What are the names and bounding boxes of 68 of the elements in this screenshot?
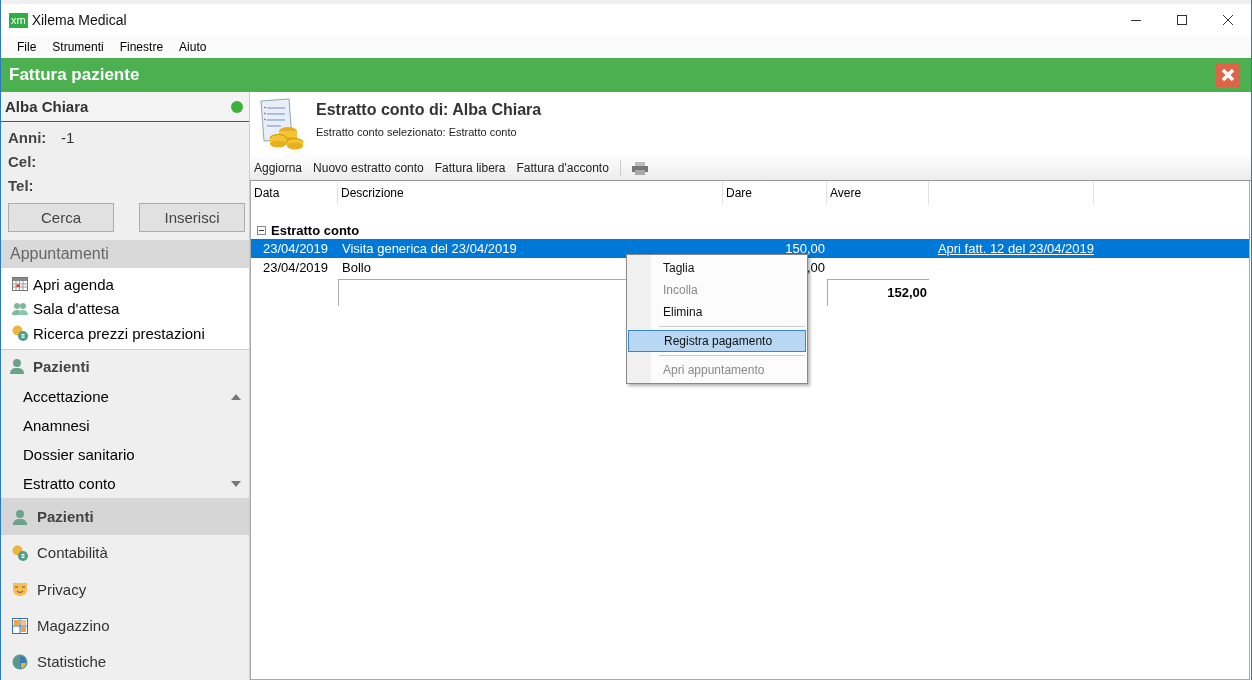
toolbar-button[interactable]: Fattura d'acconto — [516, 161, 609, 175]
field-label: Tel: — [8, 176, 35, 194]
calendar-icon — [12, 276, 28, 293]
section-title: Pazienti — [33, 357, 90, 375]
sidebar-item[interactable]: Dossier sanitario — [23, 446, 135, 464]
column-header[interactable]: Data — [251, 181, 338, 205]
nav-item[interactable]: Contabilità — [1, 534, 249, 572]
shelves-icon — [12, 617, 28, 634]
person-icon — [9, 358, 25, 375]
window-title: Xilema Medical — [31, 12, 127, 28]
document-coins-icon — [258, 98, 304, 150]
sidebar-item[interactable]: Accettazione — [23, 388, 109, 406]
sidebar-item[interactable]: Estratto conto — [23, 475, 116, 493]
menu-item[interactable]: Elimina — [628, 301, 806, 323]
statement-title: Estratto conto di: Alba Chiara — [316, 101, 542, 119]
column-header[interactable]: Avere — [827, 181, 929, 205]
invoice-link[interactable]: Apri fatt. 12 del 23/04/2019 — [937, 241, 1094, 256]
table-cell: 23/04/2019 — [263, 241, 329, 256]
table-cell: ,00 — [806, 260, 825, 275]
maximize-icon[interactable] — [1177, 15, 1187, 25]
column-header[interactable]: Dare — [723, 181, 827, 205]
action-button[interactable]: Inserisci — [139, 203, 245, 233]
total-value: 152,00 — [827, 279, 929, 306]
page-title: Fattura paziente — [9, 65, 140, 85]
menu-item[interactable]: File — [9, 40, 45, 54]
section-header: Appuntamenti — [1, 240, 249, 268]
mask-icon — [12, 581, 28, 598]
nav-item[interactable]: Privacy — [1, 571, 249, 608]
nav-item[interactable]: Pazienti — [1, 498, 249, 535]
menu-item[interactable]: Registra pagamento — [628, 330, 806, 352]
patient-name: Alba Chiara — [5, 98, 89, 116]
close-icon[interactable] — [1223, 15, 1233, 25]
field-label: Cel: — [8, 152, 38, 170]
menu-item[interactable]: Finestre — [111, 40, 172, 54]
sidebar-link[interactable]: Apri agenda — [33, 275, 114, 293]
nav-item[interactable]: Magazzino — [1, 607, 249, 644]
toolbar-button[interactable]: Nuovo estratto conto — [313, 161, 424, 175]
table-cell: Visita generica del 23/04/2019 — [342, 241, 517, 256]
toolbar-button[interactable]: Aggiorna — [254, 161, 303, 175]
selected-row[interactable]: 23/04/2019 Visita generica del 23/04/2019 150,00 Apri fatt. 12 del 23/04/2019 — [251, 239, 1249, 258]
field-label: Anni: — [8, 128, 48, 146]
globe-icon — [12, 653, 28, 670]
field-value: -1 — [61, 128, 75, 146]
people-icon — [12, 300, 28, 317]
app-logo: xm — [9, 12, 28, 28]
statement-subtitle: Estratto conto selezionato: Estratto conto — [316, 126, 518, 138]
close-icon — [1216, 63, 1240, 87]
printer-icon[interactable] — [631, 161, 648, 175]
group-title: Estratto conto — [271, 222, 360, 238]
scroll-up-icon — [231, 393, 241, 400]
sidebar-item[interactable]: Anamnesi — [23, 417, 90, 435]
menu-item[interactable]: Taglia — [628, 257, 806, 279]
action-button[interactable]: Cerca — [8, 203, 114, 233]
table-cell: 150,00 — [785, 241, 825, 256]
column-header[interactable]: Descrizione — [338, 181, 723, 205]
table-cell: Bollo — [342, 260, 371, 275]
coins-icon — [12, 544, 28, 561]
table-cell: 23/04/2019 — [263, 260, 329, 275]
scroll-down-icon — [231, 480, 241, 487]
menu-item[interactable]: Strumenti — [44, 40, 112, 54]
collapse-icon[interactable] — [257, 225, 266, 235]
nav-item[interactable]: Statistiche — [1, 643, 249, 680]
sidebar-link[interactable]: Sala d'attesa — [33, 300, 120, 318]
coins-icon — [12, 325, 28, 342]
menu-item[interactable]: Aiuto — [171, 40, 215, 54]
sidebar-link[interactable]: Ricerca prezzi prestazioni — [33, 324, 205, 342]
person-icon — [12, 508, 28, 525]
toolbar-button[interactable]: Fattura libera — [434, 161, 506, 175]
